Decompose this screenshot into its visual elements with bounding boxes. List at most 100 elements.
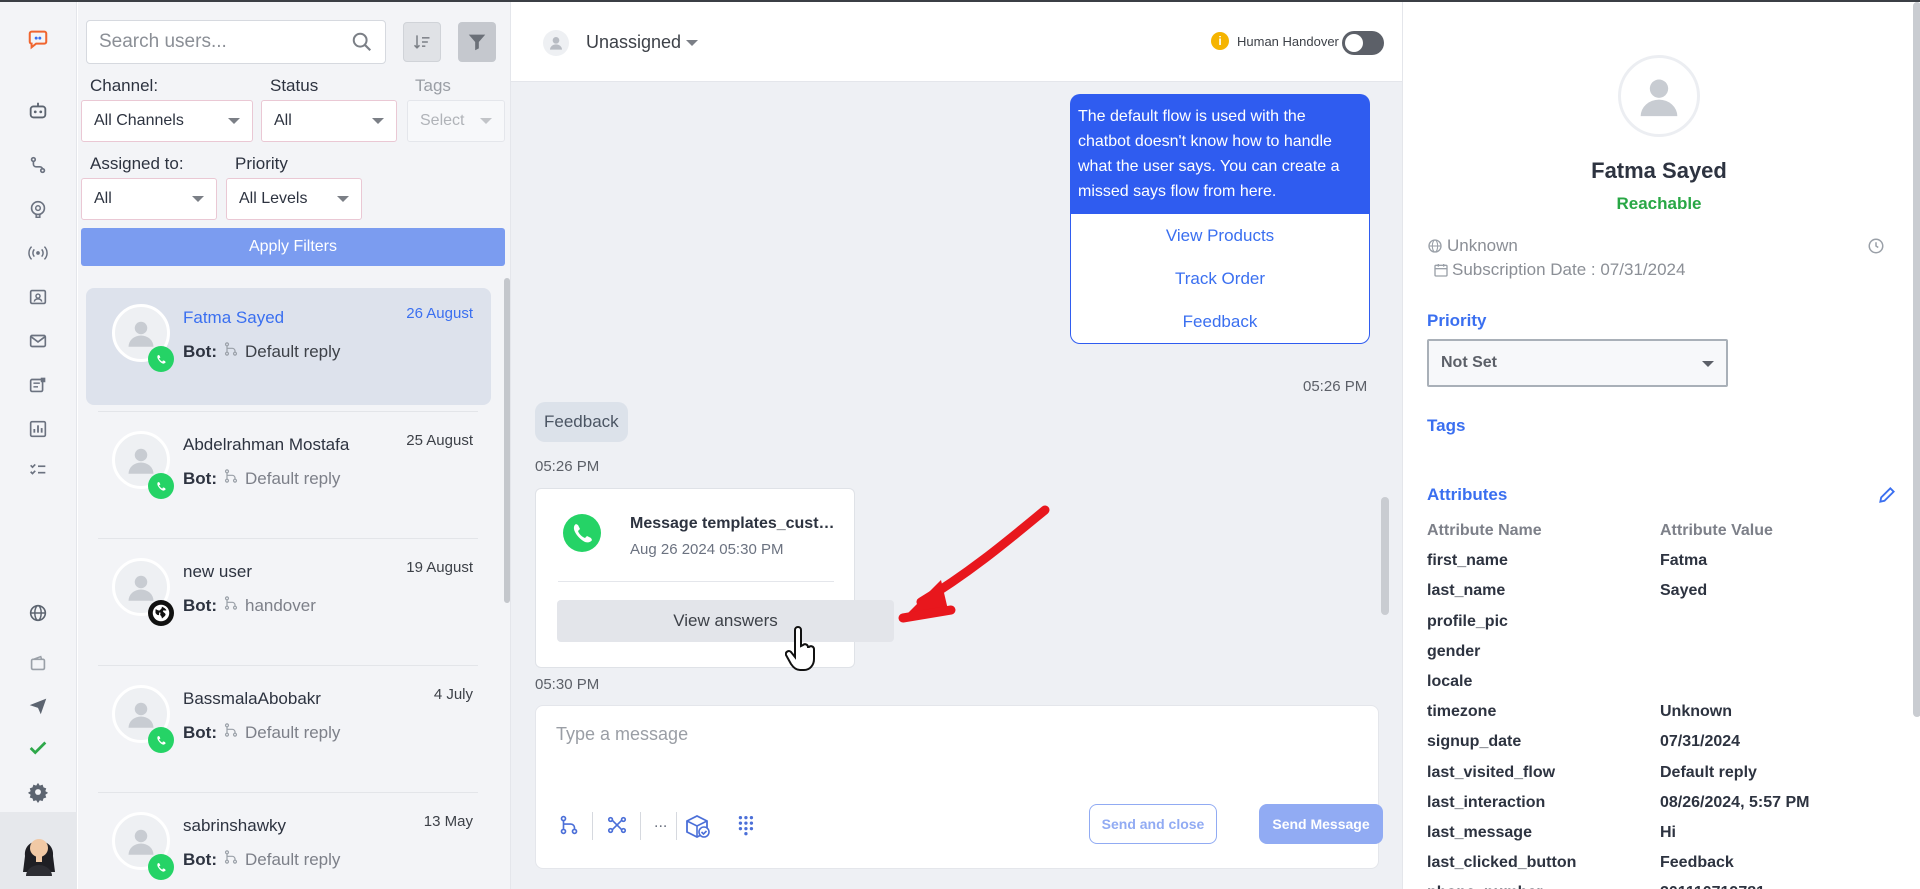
send-message-button[interactable]: Send Message — [1259, 804, 1383, 844]
status-select-value: All — [274, 112, 292, 129]
conversation-divider — [98, 665, 478, 666]
attribute-value: Hi — [1660, 823, 1676, 841]
attribute-row: last_message Hi — [1427, 820, 1897, 850]
search-box — [86, 20, 386, 64]
human-handover-label: Human Handover — [1237, 34, 1339, 49]
quick-reply-track-order[interactable]: Track Order — [1071, 257, 1369, 300]
attribute-name: locale — [1427, 672, 1473, 690]
contact-status: Reachable — [1616, 194, 1702, 213]
attribute-row: signup_date 07/31/2024 — [1427, 729, 1897, 759]
tags-filter-label: Tags — [415, 76, 451, 95]
mail-icon[interactable] — [18, 326, 58, 356]
channel-filter-label: Channel: — [90, 76, 159, 95]
attribute-name: last_visited_flow — [1427, 763, 1556, 781]
template-date: Aug 26 2024 05:30 PM — [630, 541, 784, 558]
conversation-list: Fatma Sayed 26 August Bot: Default reply Abd… — [78, 284, 498, 889]
contact-scrollbar[interactable] — [1913, 2, 1920, 717]
flow-icon — [223, 595, 239, 616]
brain-icon[interactable] — [18, 194, 58, 224]
search-icon[interactable] — [351, 31, 373, 58]
contact-priority-value: Not Set — [1441, 354, 1497, 371]
attribute-value: Feedback — [1660, 854, 1734, 872]
conversation-date: 4 July — [433, 686, 473, 703]
attribute-row: profile_pic — [1427, 609, 1897, 639]
conversation-item[interactable]: BassmalaAbobakr 4 July Bot: Default reply — [86, 669, 491, 786]
chevron-down-icon — [228, 118, 240, 124]
broadcast-icon[interactable] — [18, 238, 58, 268]
search-input[interactable] — [99, 31, 339, 53]
conversation-item[interactable]: Fatma Sayed 26 August Bot: Default reply — [86, 288, 491, 405]
integration-icon[interactable] — [602, 810, 632, 840]
inbox-icon[interactable] — [18, 282, 58, 312]
tasks-icon[interactable] — [18, 454, 58, 484]
bot-prefix: Bot: — [183, 849, 217, 869]
web-icon[interactable] — [18, 598, 58, 628]
analytics-icon[interactable] — [18, 414, 58, 444]
chevron-down-icon[interactable] — [686, 40, 698, 46]
sort-button[interactable] — [403, 22, 441, 62]
quick-reply-feedback[interactable]: Feedback — [1071, 300, 1369, 343]
attribute-value: 08/26/2024, 5:57 PM — [1660, 793, 1810, 811]
attribute-value: Default reply — [1660, 763, 1757, 781]
bot-icon[interactable] — [18, 96, 58, 126]
more-options[interactable]: ... — [654, 814, 667, 832]
toolbar-divider — [640, 812, 641, 840]
message-input[interactable] — [556, 724, 1356, 784]
tags-select[interactable]: Select — [407, 100, 505, 142]
logo-icon[interactable] — [18, 24, 58, 54]
contact-avatar — [1618, 55, 1700, 137]
whatsapp-icon — [148, 346, 174, 372]
filter-button[interactable] — [458, 22, 496, 62]
status-filter-label: Status — [270, 76, 319, 95]
status-select[interactable]: All — [261, 100, 397, 142]
wallet-icon[interactable] — [18, 648, 58, 678]
attribute-name: profile_pic — [1427, 612, 1508, 630]
conversation-date: 19 August — [406, 559, 473, 576]
flow-label: handover — [244, 595, 316, 615]
template-divider — [558, 581, 834, 582]
apply-filters-button[interactable]: Apply Filters — [81, 228, 505, 266]
user-icon — [1640, 79, 1678, 117]
flow-label: Default reply — [244, 468, 341, 488]
channel-select[interactable]: All Channels — [81, 100, 253, 142]
human-handover-toggle[interactable] — [1342, 31, 1384, 55]
product-catalog-icon[interactable] — [682, 810, 712, 840]
attribute-row: last_clicked_button Feedback — [1427, 850, 1897, 880]
history-icon[interactable] — [1867, 237, 1885, 255]
conversation-name: sabrinshawky — [183, 816, 286, 835]
send-icon[interactable] — [18, 691, 58, 721]
view-answers-button[interactable]: View answers — [557, 600, 894, 642]
bot-message-text: The default flow is used with the chatbo… — [1070, 94, 1370, 214]
conversation-item[interactable]: new user 19 August Bot: handover — [86, 542, 491, 659]
keypad-icon[interactable] — [730, 810, 760, 840]
attribute-name: signup_date — [1427, 733, 1522, 751]
whatsapp-icon — [563, 514, 601, 552]
check-icon[interactable] — [18, 733, 58, 763]
chat-scrollbar[interactable] — [1381, 497, 1389, 615]
flow-label: Default reply — [244, 722, 341, 742]
templates-icon[interactable] — [18, 370, 58, 400]
attribute-value: Unknown — [1660, 703, 1732, 721]
conversation-last-flow: Bot: Default reply — [183, 468, 340, 489]
flow-icon[interactable] — [554, 810, 584, 840]
assigned-select[interactable]: All — [81, 178, 217, 220]
send-and-close-button[interactable]: Send and close — [1089, 804, 1217, 844]
priority-select[interactable]: All Levels — [226, 178, 362, 220]
contact-priority-select[interactable]: Not Set — [1427, 339, 1728, 387]
attribute-row: last_visited_flow Default reply — [1427, 760, 1897, 790]
chevron-down-icon — [372, 118, 384, 124]
attributes-header-row: Attribute Name Attribute Value — [1427, 518, 1897, 548]
agent-avatar[interactable] — [0, 812, 77, 889]
flows-icon[interactable] — [18, 150, 58, 180]
conversation-item[interactable]: sabrinshawky 13 May Bot: Default reply — [86, 796, 491, 889]
conversation-item[interactable]: Abdelrahman Mostafa 25 August Bot: Default … — [86, 415, 491, 532]
attribute-row: timezone Unknown — [1427, 699, 1897, 729]
toolbar-divider — [676, 812, 677, 840]
list-scrollbar[interactable] — [504, 278, 510, 603]
assignee-dropdown[interactable]: Unassigned — [586, 32, 681, 53]
attributes-heading: Attributes — [1427, 485, 1508, 504]
user-message-time: 05:26 PM — [535, 458, 600, 475]
quick-reply-view-products[interactable]: View Products — [1071, 214, 1369, 257]
settings-icon[interactable] — [18, 777, 58, 807]
edit-icon[interactable] — [1877, 485, 1897, 505]
